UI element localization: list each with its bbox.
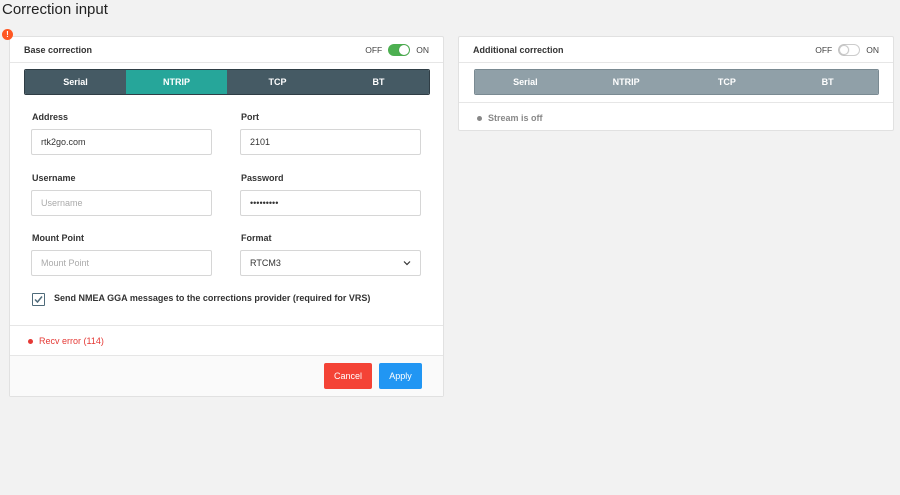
additional-correction-tabs: Serial NTRIP TCP BT — [474, 69, 879, 95]
base-correction-toggle[interactable] — [388, 43, 411, 56]
nmea-gga-checkbox[interactable] — [32, 293, 45, 306]
toggle-off-label: OFF — [365, 44, 383, 55]
tab-ntrip[interactable]: NTRIP — [126, 70, 227, 94]
toggle-on-label: ON — [866, 44, 879, 55]
mount-point-input[interactable]: Mount Point — [31, 250, 212, 276]
password-input[interactable]: ••••••••• — [240, 190, 421, 216]
username-label: Username — [32, 173, 76, 183]
status-dot-icon — [28, 338, 33, 344]
cancel-button[interactable]: Cancel — [324, 363, 372, 389]
additional-correction-title: Additional correction — [473, 44, 564, 55]
nmea-gga-checkbox-label: Send NMEA GGA messages to the correction… — [54, 293, 371, 303]
tab-serial[interactable]: Serial — [25, 70, 126, 94]
status-message: Recv error (114) — [28, 336, 104, 346]
address-input[interactable]: rtk2go.com — [31, 129, 212, 155]
base-correction-footer: Cancel Apply — [10, 355, 443, 396]
tab-tcp[interactable]: TCP — [227, 70, 328, 94]
exclamation-icon: ! — [2, 29, 13, 40]
base-correction-toggle-group: OFF ON — [365, 43, 429, 56]
checkmark-icon — [34, 296, 43, 304]
footer-divider — [10, 355, 443, 356]
additional-status-divider — [459, 102, 893, 103]
page-title: Correction input — [2, 1, 108, 18]
toggle-off-label: OFF — [815, 44, 833, 55]
format-select[interactable]: RTCM3 — [240, 250, 421, 276]
additional-correction-card: Additional correction OFF ON Serial NTRI… — [458, 36, 894, 131]
additional-status-message: Stream is off — [477, 113, 543, 123]
format-label: Format — [241, 233, 272, 243]
port-input[interactable]: 2101 — [240, 129, 421, 155]
tab-serial: Serial — [475, 70, 576, 94]
toggle-knob — [839, 44, 850, 55]
apply-button[interactable]: Apply — [379, 363, 422, 389]
tab-bt: BT — [777, 70, 878, 94]
username-input[interactable]: Username — [31, 190, 212, 216]
password-label: Password — [241, 173, 284, 183]
additional-correction-header: Additional correction OFF ON — [459, 37, 893, 63]
status-text: Recv error (114) — [39, 336, 104, 346]
mount-point-label: Mount Point — [32, 233, 84, 243]
additional-correction-toggle[interactable] — [838, 43, 861, 56]
toggle-knob — [399, 44, 410, 55]
base-correction-header: Base correction OFF ON — [10, 37, 443, 63]
base-correction-title: Base correction — [24, 44, 93, 55]
additional-correction-toggle-group: OFF ON — [815, 43, 879, 56]
status-divider — [10, 325, 443, 326]
tab-bt[interactable]: BT — [328, 70, 429, 94]
base-correction-card: Base correction OFF ON Serial NTRIP TCP … — [9, 36, 444, 397]
address-label: Address — [32, 112, 69, 122]
base-correction-tabs: Serial NTRIP TCP BT — [24, 69, 430, 95]
additional-status-text: Stream is off — [488, 113, 543, 123]
tab-tcp: TCP — [676, 70, 778, 94]
port-label: Port — [241, 112, 259, 122]
tab-ntrip: NTRIP — [575, 70, 677, 94]
chevron-down-icon — [403, 261, 411, 266]
status-dot-icon — [477, 115, 482, 121]
format-select-value: RTCM3 — [250, 258, 281, 268]
toggle-on-label: ON — [416, 44, 429, 55]
